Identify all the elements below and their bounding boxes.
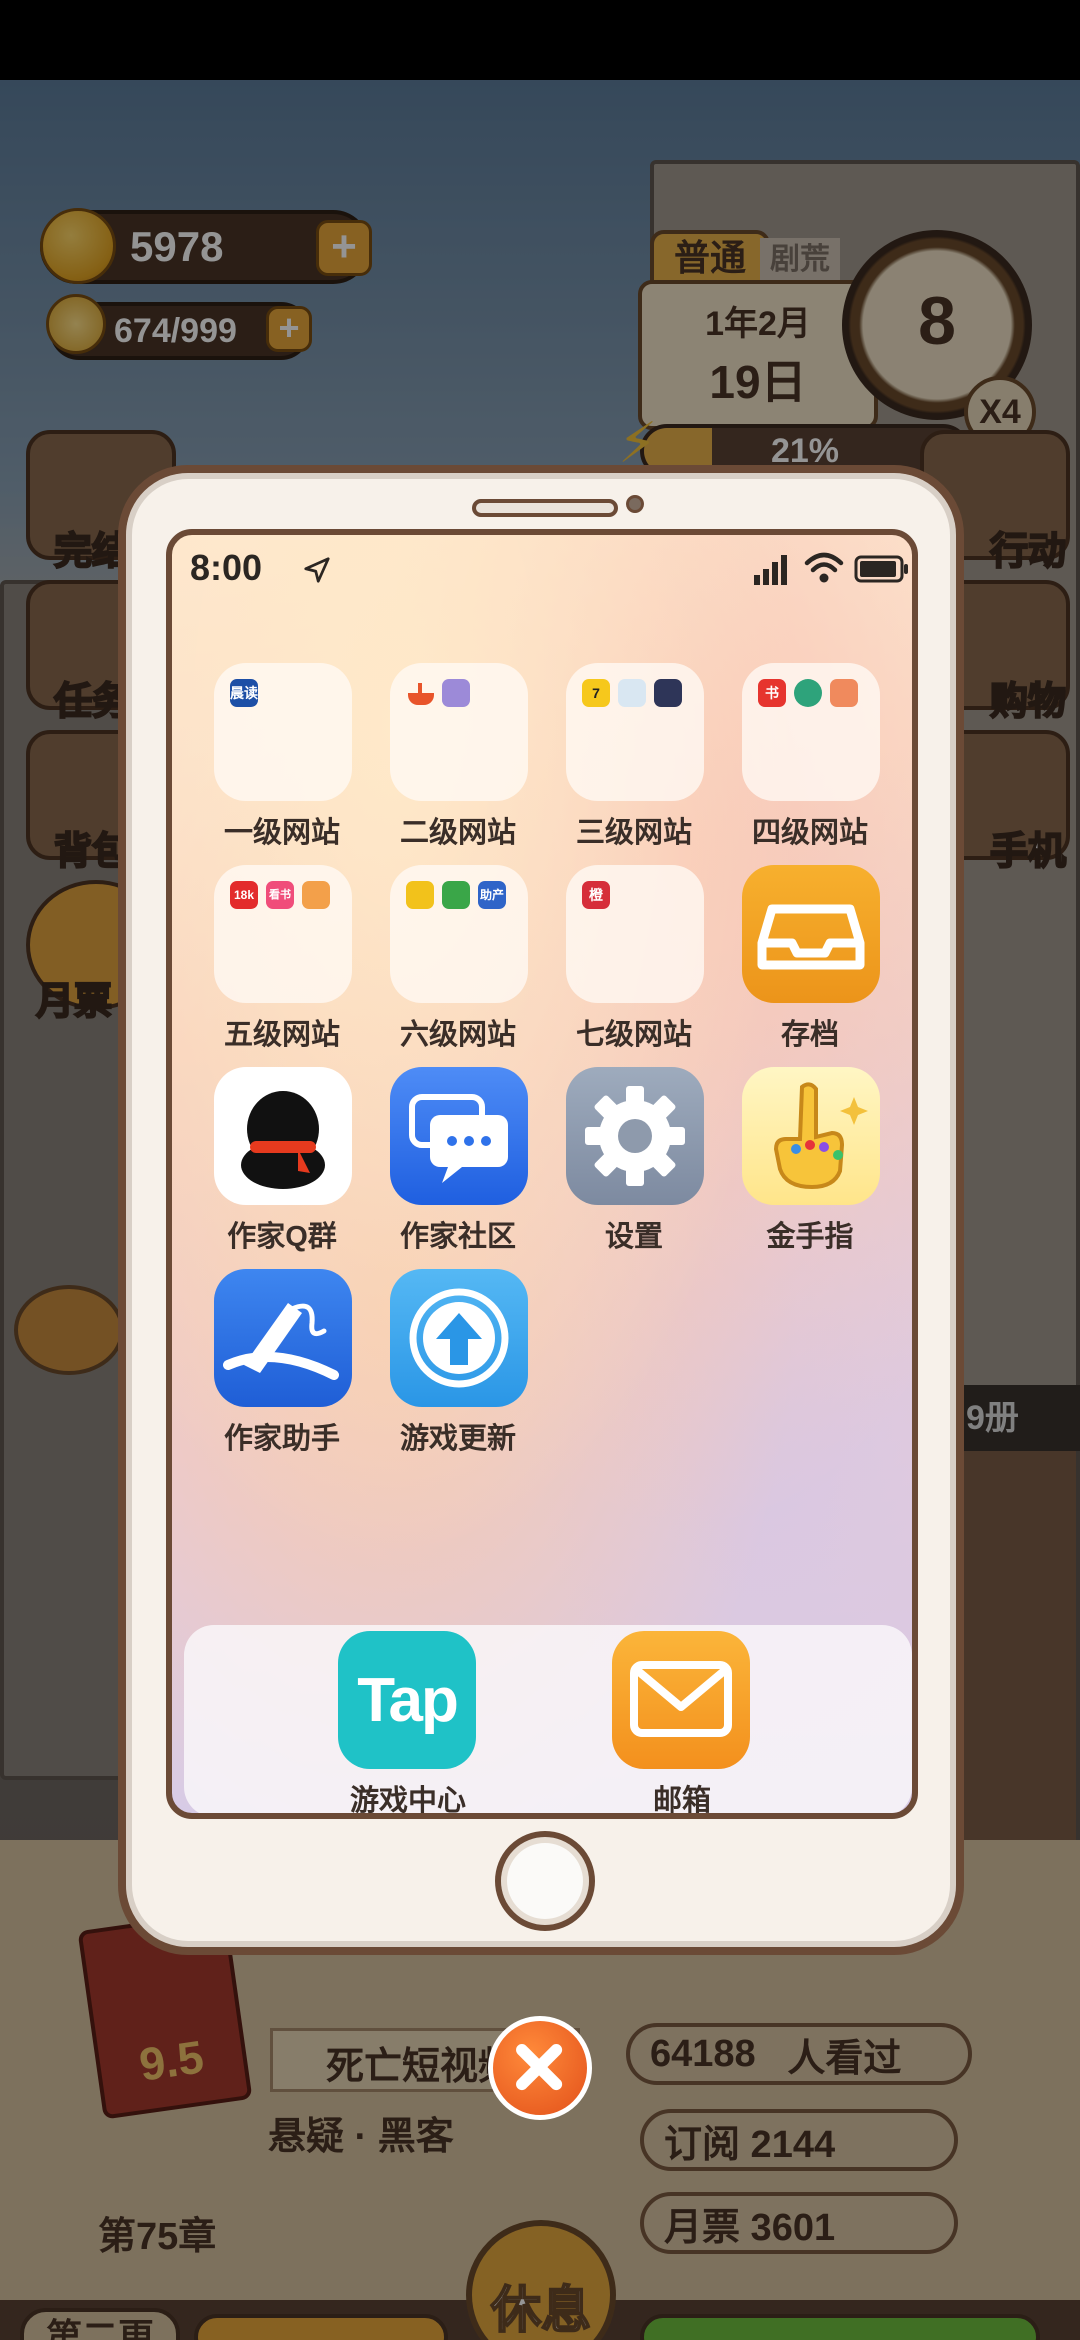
app-label: 游戏中心 [349,1785,466,1817]
folder-level-5[interactable]: 18k 看书 五级网站 [194,865,370,1065]
app-label: 作家社区 [399,1221,516,1253]
status-bar: 8:00 [172,535,912,605]
mini-app-icon: 晨读 [230,679,258,707]
signal-icon [754,555,787,585]
app-save[interactable]: 存档 [722,865,898,1065]
mini-app-icon [618,679,646,707]
inbox-tray-icon [742,865,880,1003]
phone-speaker [472,499,618,517]
mini-app-icon [830,679,858,707]
golden-finger-icon [742,1067,880,1205]
app-settings[interactable]: 设置 [546,1067,722,1267]
upload-arrow-icon [390,1269,528,1407]
folder-level-2[interactable]: 二级网站 [370,663,546,863]
mini-app-icon [442,881,470,909]
mini-app-icon [406,881,434,909]
app-label: 六级网站 [399,1019,516,1051]
mini-app-icon: 看书 [266,881,294,909]
tap-logo-icon: Tap [338,1631,476,1769]
folder-tile [390,663,528,801]
folder-tile: 助产 [390,865,528,1003]
app-mailbox[interactable]: 邮箱 [612,1625,752,1813]
pen-icon [214,1269,352,1407]
folder-tile: 橙 [566,865,704,1003]
mini-app-icon: 书 [758,679,786,707]
boat-mini-icon [406,679,434,707]
close-icon [516,2044,563,2091]
battery-icon [854,555,908,583]
wifi-icon [804,552,844,583]
folder-tile: 书 [742,663,880,801]
home-button[interactable] [495,1831,595,1931]
phone-overlay: 8:00 晨读 一级网站 二级网站 7 三级网站 书 四级网站 18k 看书 五… [118,465,964,1955]
mini-app-icon [654,679,682,707]
tap-logo-text: Tap [357,1666,459,1735]
mini-app-icon: 18k [230,881,258,909]
gear-icon [566,1067,704,1205]
app-golden-finger[interactable]: 金手指 [722,1067,898,1267]
folder-level-3[interactable]: 7 三级网站 [546,663,722,863]
status-time: 8:00 [190,547,263,588]
app-label: 存档 [780,1019,839,1051]
app-label: 邮箱 [652,1785,711,1817]
app-label: 二级网站 [399,817,516,849]
mini-app-icon: 7 [582,679,610,707]
app-writer-community[interactable]: 作家社区 [370,1067,546,1267]
folder-tile: 7 [566,663,704,801]
folder-level-1[interactable]: 晨读 一级网站 [194,663,370,863]
mini-app-icon: 助产 [478,881,506,909]
location-icon [304,557,330,583]
folder-level-6[interactable]: 助产 六级网站 [370,865,546,1065]
mini-app-icon [302,881,330,909]
folder-tile: 18k 看书 [214,865,352,1003]
app-game-update[interactable]: 游戏更新 [370,1269,546,1469]
dock: Tap 游戏中心 邮箱 [184,1625,912,1813]
app-game-center[interactable]: Tap 游戏中心 [338,1625,478,1813]
app-label: 作家Q群 [227,1221,337,1253]
mini-app-icon [442,679,470,707]
mini-app-icon: 橙 [582,881,610,909]
close-button[interactable] [488,2016,592,2120]
app-label: 作家助手 [223,1423,340,1455]
app-label: 三级网站 [575,817,692,849]
mini-app-icon [794,679,822,707]
app-label: 七级网站 [575,1019,692,1051]
app-label: 四级网站 [751,817,868,849]
app-label: 设置 [604,1221,663,1253]
app-label: 金手指 [766,1221,854,1253]
chat-bubbles-icon [390,1067,528,1205]
mail-icon [612,1631,750,1769]
app-writer-qq-group[interactable]: 作家Q群 [194,1067,370,1267]
penguin-icon [214,1067,352,1205]
phone-screen: 8:00 晨读 一级网站 二级网站 7 三级网站 书 四级网站 18k 看书 五… [166,529,918,1819]
app-label: 五级网站 [223,1019,340,1051]
app-label: 游戏更新 [399,1423,516,1455]
app-writer-assistant[interactable]: 作家助手 [194,1269,370,1469]
folder-level-7[interactable]: 橙 七级网站 [546,865,722,1065]
app-label: 一级网站 [223,817,340,849]
folder-tile: 晨读 [214,663,352,801]
folder-level-4[interactable]: 书 四级网站 [722,663,898,863]
phone-camera [626,495,644,513]
